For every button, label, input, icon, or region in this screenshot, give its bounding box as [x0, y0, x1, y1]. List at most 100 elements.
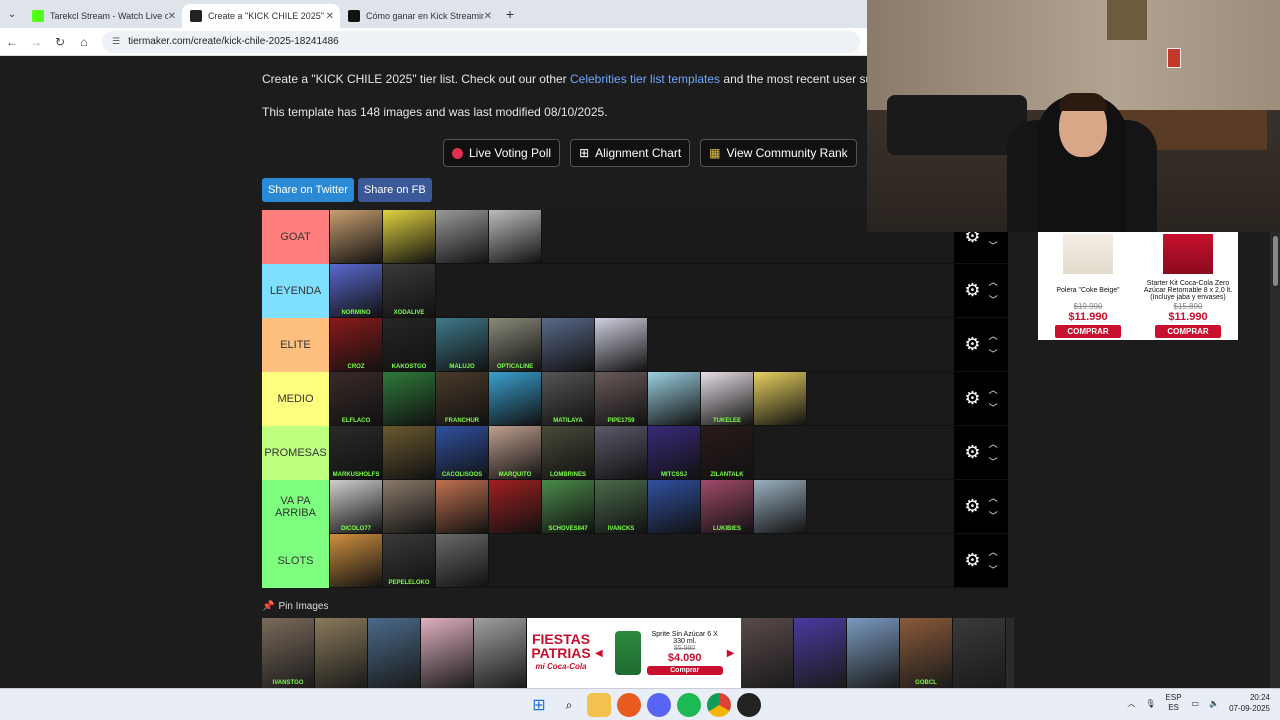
tier-image[interactable]: MARQUITO	[489, 426, 542, 479]
tier-image[interactable]: LOMBRINES	[542, 426, 595, 479]
tier-image[interactable]	[754, 480, 807, 533]
tier-image[interactable]	[383, 210, 436, 263]
share-twitter-button[interactable]: Share on Twitter	[262, 178, 354, 202]
network-icon[interactable]: ▭	[1192, 699, 1200, 708]
tier-image[interactable]	[648, 480, 701, 533]
gear-icon[interactable]: ⚙	[964, 550, 980, 571]
tier-image[interactable]	[383, 480, 436, 533]
discord-icon[interactable]	[647, 693, 671, 717]
tier-image[interactable]	[542, 318, 595, 371]
tier-image[interactable]: MITCSSJ	[648, 426, 701, 479]
file-explorer-icon[interactable]	[587, 693, 611, 717]
side-ad[interactable]: Polera "Coke Beige" $19.990 $11.990 COMP…	[1038, 232, 1238, 340]
tier-image[interactable]	[330, 534, 383, 587]
gear-icon[interactable]: ⚙	[964, 280, 980, 301]
chevron-down-icon[interactable]: ﹀	[989, 507, 998, 525]
scrollbar-thumb[interactable]	[1273, 236, 1278, 286]
new-tab-plus-icon[interactable]: +	[498, 6, 522, 22]
chevron-down-icon[interactable]: ﹀	[989, 561, 998, 579]
pool-image[interactable]	[315, 618, 368, 688]
chevron-down-icon[interactable]: ﹀	[989, 345, 998, 363]
comprar-button[interactable]: Comprar	[646, 666, 723, 675]
gear-icon[interactable]: ⚙	[964, 334, 980, 355]
back-arrow-icon[interactable]: ←	[0, 35, 24, 49]
spotify-icon[interactable]	[677, 693, 701, 717]
tier-image[interactable]	[489, 372, 542, 425]
tier-label[interactable]: PROMESAS	[262, 426, 330, 480]
site-info-icon[interactable]: ☰	[112, 36, 120, 47]
alignment-chart-button[interactable]: ⊞ Alignment Chart	[570, 139, 691, 167]
live-voting-poll-button[interactable]: Live Voting Poll	[443, 139, 561, 167]
comprar-button[interactable]: COMPRAR	[1155, 325, 1221, 338]
tier-image[interactable]: MATILAYA	[542, 372, 595, 425]
chevron-up-icon[interactable]: ︿	[989, 381, 998, 399]
view-community-rank-button[interactable]: ▦ View Community Rank	[700, 139, 857, 167]
arrow-right-icon[interactable]: ▶	[727, 648, 735, 659]
share-fb-button[interactable]: Share on FB	[357, 178, 432, 202]
gear-icon[interactable]: ⚙	[964, 496, 980, 517]
reload-icon[interactable]: ↻	[48, 35, 72, 49]
obs-icon[interactable]	[737, 693, 761, 717]
tier-image[interactable]: LUKIBIES	[701, 480, 754, 533]
celebrities-link[interactable]: Celebrities tier list templates	[570, 72, 720, 86]
tier-image[interactable]	[436, 480, 489, 533]
tier-image[interactable]: ELFLACO	[330, 372, 383, 425]
side-ad-item[interactable]: Polera "Coke Beige" $19.990 $11.990 COMP…	[1038, 232, 1138, 340]
tier-label[interactable]: SLOTS	[262, 534, 330, 588]
arrow-left-icon[interactable]: ◀	[595, 648, 603, 659]
clock[interactable]: 20:24 07-09-2025	[1229, 692, 1270, 714]
tier-image[interactable]: PIPE1759	[595, 372, 648, 425]
close-icon[interactable]: ✕	[326, 11, 334, 22]
pin-images[interactable]: 📌 Pin Images	[262, 601, 328, 612]
tier-image[interactable]: CROZ	[330, 318, 383, 371]
chevron-down-icon[interactable]: ﹀	[989, 237, 998, 255]
search-icon[interactable]: ⌕	[557, 693, 581, 717]
tier-image[interactable]: FRANCHUR	[436, 372, 489, 425]
tier-image[interactable]: CACOLISOOS	[436, 426, 489, 479]
tier-label[interactable]: ELITE	[262, 318, 330, 372]
address-bar[interactable]: ☰ tiermaker.com/create/kick-chile-2025-1…	[102, 30, 860, 53]
chevron-up-icon[interactable]: ︿	[1127, 698, 1135, 709]
brave-icon[interactable]	[617, 693, 641, 717]
pool-image[interactable]	[953, 618, 1006, 688]
page-scrollbar[interactable]	[1270, 232, 1280, 688]
tier-image[interactable]: IVANCKS	[595, 480, 648, 533]
tier-image[interactable]: DICOLO77	[330, 480, 383, 533]
chevron-down-icon[interactable]: ﹀	[989, 453, 998, 471]
side-ad-item[interactable]: Starter Kit Coca-Cola Zero Azúcar Retorn…	[1138, 232, 1238, 340]
tier-image[interactable]	[436, 210, 489, 263]
chevron-up-icon[interactable]: ︿	[989, 543, 998, 561]
tier-image[interactable]: PEPELELOKO	[383, 534, 436, 587]
gear-icon[interactable]: ⚙	[964, 388, 980, 409]
home-icon[interactable]: ⌂	[72, 35, 96, 49]
pool-image[interactable]	[847, 618, 900, 688]
tier-label[interactable]: LEYENDA	[262, 264, 330, 318]
tier-image[interactable]: MARKUSHOLFS	[330, 426, 383, 479]
tier-image[interactable]	[648, 372, 701, 425]
chevron-up-icon[interactable]: ︿	[989, 435, 998, 453]
tier-image[interactable]	[330, 210, 383, 263]
windows-start-icon[interactable]: ⊞	[527, 693, 551, 717]
chevron-down-icon[interactable]: ﹀	[989, 399, 998, 417]
volume-icon[interactable]: 🔈	[1209, 699, 1219, 708]
tier-image[interactable]	[436, 534, 489, 587]
pool-image[interactable]	[474, 618, 527, 688]
pool-image[interactable]	[421, 618, 474, 688]
tier-image[interactable]: XODALIVE	[383, 264, 436, 317]
tier-image[interactable]: SCHOVES847	[542, 480, 595, 533]
tier-image[interactable]	[754, 372, 807, 425]
comprar-button[interactable]: COMPRAR	[1055, 325, 1121, 338]
close-icon[interactable]: ✕	[168, 11, 176, 22]
chevron-down-icon[interactable]: ﹀	[989, 291, 998, 309]
microphone-icon[interactable]: 🎙	[1145, 699, 1155, 708]
chevron-up-icon[interactable]: ︿	[989, 489, 998, 507]
gear-icon[interactable]: ⚙	[964, 442, 980, 463]
tier-image[interactable]: OPTICALINE	[489, 318, 542, 371]
chevron-up-icon[interactable]: ︿	[989, 327, 998, 345]
pool-image[interactable]	[368, 618, 421, 688]
tier-image[interactable]: NORMINO	[330, 264, 383, 317]
tab-search-icon[interactable]: ⌄	[0, 0, 24, 28]
tier-image[interactable]	[383, 426, 436, 479]
forward-arrow-icon[interactable]: →	[24, 35, 48, 49]
tier-label[interactable]: GOAT	[262, 210, 330, 264]
